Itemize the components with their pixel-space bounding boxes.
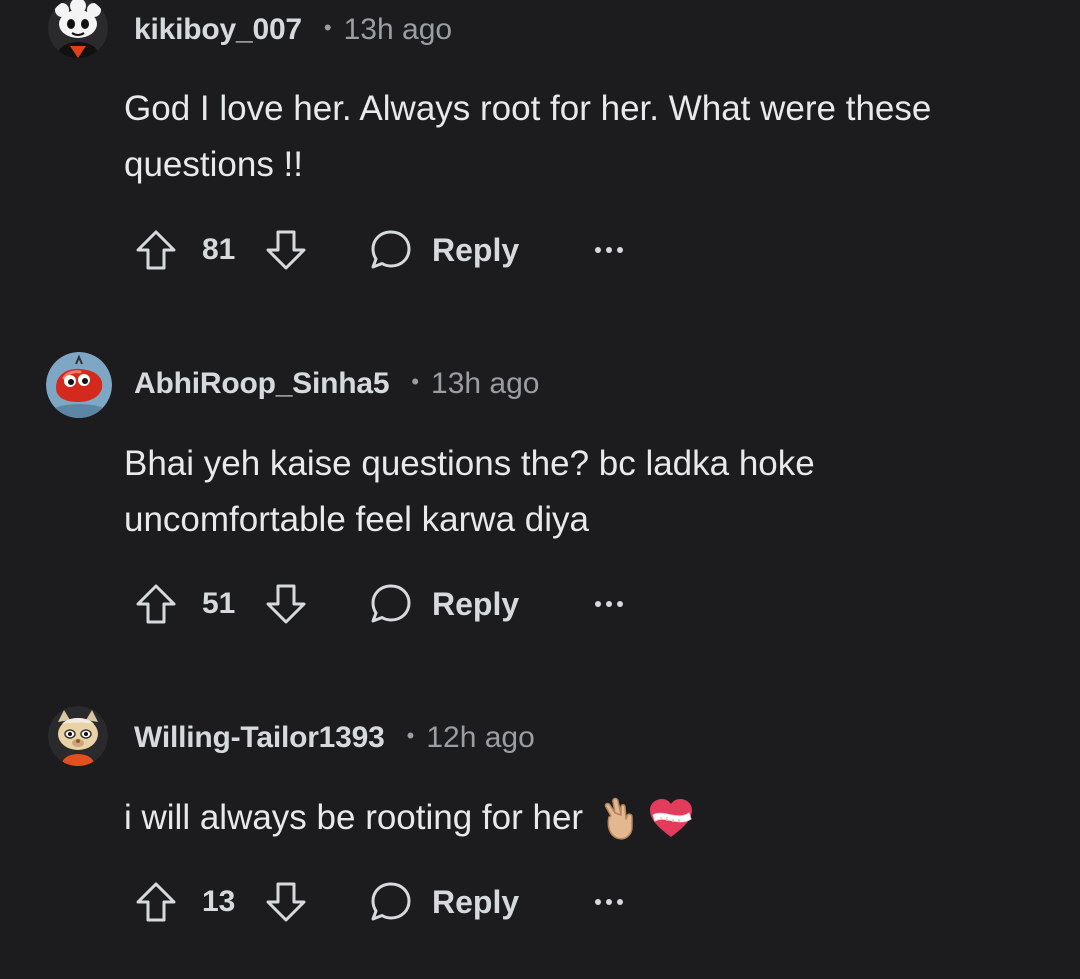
downvote-button[interactable]: [264, 226, 308, 274]
username[interactable]: Willing-Tailor1393: [134, 721, 385, 755]
snoo-avatar-icon: [48, 706, 108, 766]
comment-body-line: i will always be rooting for her: [124, 798, 584, 837]
downvote-button[interactable]: [264, 878, 308, 926]
snoo-avatar-icon: [48, 0, 108, 58]
more-options-button[interactable]: [594, 580, 624, 628]
comment-body-line: Bhai yeh kaise questions the? bc ladka h…: [124, 444, 815, 483]
fingers-crossed-emoji: [601, 795, 637, 841]
comment-actions: 13 Reply: [134, 878, 654, 926]
timestamp: 13h ago: [431, 367, 540, 400]
upvote-button[interactable]: [134, 878, 178, 926]
avatar[interactable]: [48, 0, 108, 58]
speech-bubble-icon: [371, 230, 411, 269]
username[interactable]: kikiboy_007: [134, 13, 302, 47]
separator-dot: •: [323, 15, 332, 40]
reply-button[interactable]: [368, 878, 414, 926]
avatar[interactable]: [46, 352, 112, 418]
comment-actions: 81 Reply: [134, 226, 654, 274]
reply-button[interactable]: [368, 226, 414, 274]
speech-bubble-icon: [371, 882, 411, 921]
more-options-icon: [595, 247, 623, 253]
comment-body-line: God I love her. Always root for her. Wha…: [124, 89, 932, 128]
downvote-arrow-icon: [266, 584, 306, 624]
upvote-button[interactable]: [134, 580, 178, 628]
speech-bubble-icon: [371, 584, 411, 623]
upvote-arrow-icon: [136, 584, 176, 624]
upvote-arrow-icon: [136, 230, 176, 270]
timestamp: 12h ago: [426, 721, 535, 754]
avatar[interactable]: [48, 706, 108, 766]
more-options-icon: [595, 899, 623, 905]
downvote-arrow-icon: [266, 230, 306, 270]
comment-body-line: uncomfortable feel karwa diya: [124, 500, 589, 539]
separator-dot: •: [411, 369, 420, 394]
reply-label[interactable]: Reply: [432, 878, 519, 926]
upvote-arrow-icon: [136, 882, 176, 922]
vote-count: 13: [202, 885, 236, 918]
timestamp: 13h ago: [343, 13, 453, 46]
mending-heart-emoji: [647, 797, 695, 839]
reply-label[interactable]: Reply: [432, 580, 519, 628]
fingers-crossed-emoji-icon: [604, 797, 633, 840]
comment-meta: Willing-Tailor1393 • 12h ago: [134, 718, 535, 758]
more-options-icon: [595, 601, 623, 607]
snoo-avatar-icon: [46, 352, 112, 418]
separator-dot: •: [406, 723, 415, 748]
more-options-button[interactable]: [594, 226, 624, 274]
comment-body: i will always be rooting for her: [124, 790, 1044, 846]
comment-meta: kikiboy_007 • 13h ago: [134, 10, 452, 50]
vote-count: 81: [202, 233, 236, 266]
reply-button[interactable]: [368, 580, 414, 628]
reply-label[interactable]: Reply: [432, 226, 519, 274]
username[interactable]: AbhiRoop_Sinha5: [134, 367, 390, 401]
upvote-button[interactable]: [134, 226, 178, 274]
downvote-button[interactable]: [264, 580, 308, 628]
downvote-arrow-icon: [266, 882, 306, 922]
comment-actions: 51 Reply: [134, 580, 654, 628]
comment-meta: AbhiRoop_Sinha5 • 13h ago: [134, 364, 540, 404]
comment-body-line: questions !!: [124, 145, 303, 184]
mending-heart-emoji-icon: [650, 799, 693, 837]
vote-count: 51: [202, 587, 236, 620]
more-options-button[interactable]: [594, 878, 624, 926]
